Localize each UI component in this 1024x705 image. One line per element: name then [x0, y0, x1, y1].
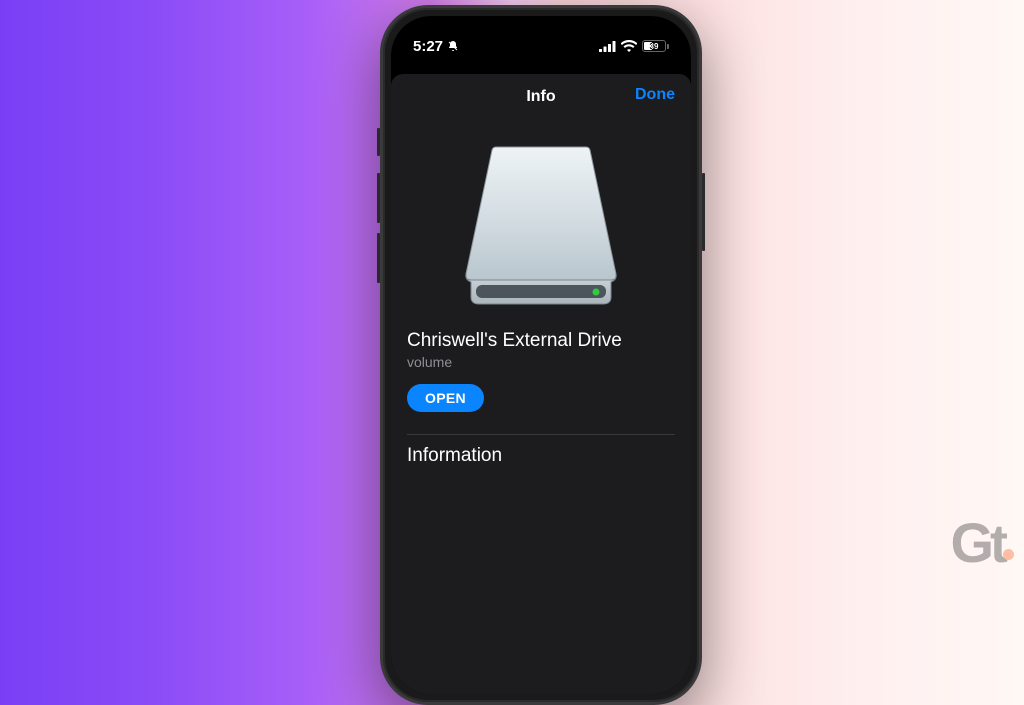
cellular-signal-icon: [599, 41, 616, 52]
open-button[interactable]: OPEN: [407, 384, 484, 412]
mute-switch: [377, 128, 380, 156]
wifi-icon: [621, 40, 637, 52]
gt-watermark-logo: G t: [950, 521, 1008, 566]
phone-screen: 5:27 39 Info Done: [391, 16, 691, 694]
information-section-header: Information: [391, 435, 691, 467]
sheet-header: Info Done: [391, 74, 691, 120]
info-sheet: Info Done: [391, 74, 691, 694]
external-drive-icon: [451, 132, 631, 312]
done-button[interactable]: Done: [635, 86, 675, 104]
volume-up-button: [377, 173, 380, 223]
phone-device-frame: 5:27 39 Info Done: [380, 5, 702, 705]
drive-activity-led: [593, 289, 600, 296]
volume-down-button: [377, 233, 380, 283]
status-time: 5:27: [413, 38, 443, 55]
battery-percent: 39: [650, 42, 659, 51]
drive-icon-container: [391, 120, 691, 330]
drive-kind-label: volume: [407, 354, 675, 370]
sheet-title: Info: [526, 88, 555, 106]
silent-bell-icon: [447, 40, 459, 52]
gt-logo-dot: [1003, 549, 1014, 560]
drive-name: Chriswell's External Drive: [407, 330, 675, 352]
power-button: [702, 173, 705, 251]
battery-indicator: 39: [642, 40, 669, 52]
dynamic-island: [491, 26, 591, 54]
